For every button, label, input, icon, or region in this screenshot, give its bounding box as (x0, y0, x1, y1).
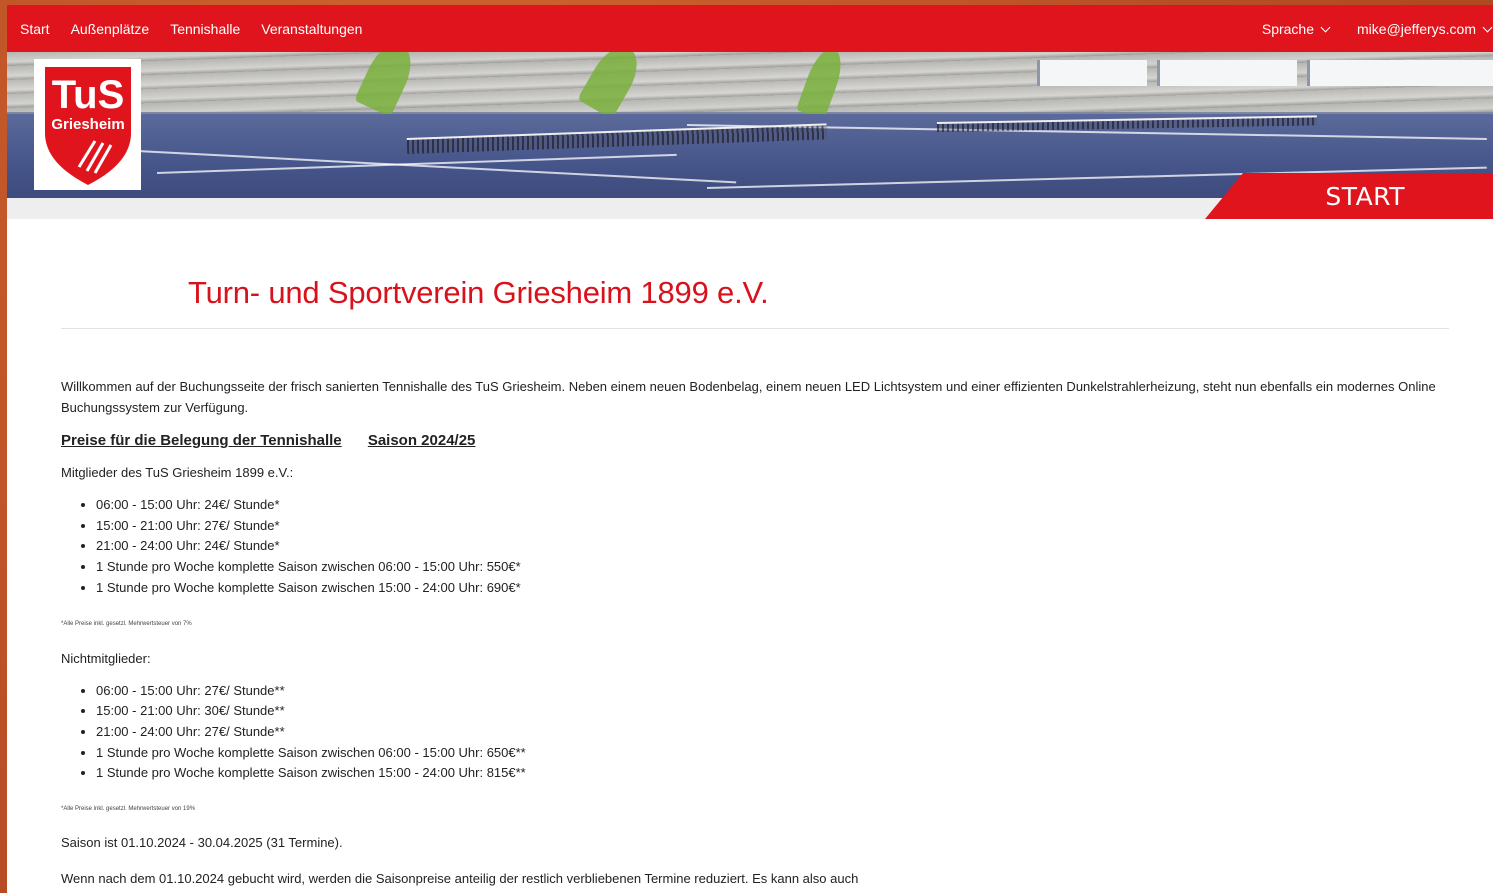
hall-window (1037, 60, 1147, 86)
list-item: 06:00 - 15:00 Uhr: 24€/ Stunde* (96, 495, 1449, 516)
page: Start Außenplätze Tennishalle Veranstalt… (7, 5, 1493, 893)
nonmembers-price-list: 06:00 - 15:00 Uhr: 27€/ Stunde** 15:00 -… (96, 681, 1449, 785)
list-item: 06:00 - 15:00 Uhr: 27€/ Stunde** (96, 681, 1449, 702)
list-item: 15:00 - 21:00 Uhr: 27€/ Stunde* (96, 516, 1449, 537)
prices-heading: Preise für die Belegung der Tennishalle … (61, 432, 1449, 449)
list-item: 1 Stunde pro Woche komplette Saison zwis… (96, 763, 1449, 784)
hall-window (1307, 60, 1493, 86)
logo-bottom-text: Griesheim (51, 116, 124, 133)
intro-text: Willkommen auf der Buchungsseite der fri… (61, 379, 1436, 415)
account-email: mike@jefferys.com (1357, 20, 1476, 37)
nav-aussenplaetze[interactable]: Außenplätze (71, 21, 150, 37)
shield-icon: TuS Griesheim (44, 66, 131, 185)
members-label: Mitglieder des TuS Griesheim 1899 e.V.: (61, 465, 294, 480)
nav-links: Start Außenplätze Tennishalle Veranstalt… (7, 21, 362, 37)
list-item: 1 Stunde pro Woche komplette Saison zwis… (96, 743, 1449, 764)
booking-note: Wenn nach dem 01.10.2024 gebucht wird, w… (61, 871, 859, 887)
page-badge: START (1205, 173, 1493, 219)
members-tax-note: *Alle Preise inkl. gesetzl. Mehrwertsteu… (61, 620, 192, 627)
badge-label: START (1325, 181, 1405, 211)
season-heading-text: Saison 2024/25 (367, 432, 476, 449)
hall-window (1157, 60, 1297, 86)
club-logo[interactable]: TuS Griesheim (34, 59, 141, 190)
page-title: Turn- und Sportverein Griesheim 1899 e.V… (188, 275, 769, 310)
logo-top-text: TuS (51, 73, 124, 117)
chevron-down-icon (1482, 22, 1493, 32)
nonmembers-tax-note: *Alle Preise inkl. gesetzl. Mehrwertsteu… (61, 806, 196, 813)
members-price-list: 06:00 - 15:00 Uhr: 24€/ Stunde* 15:00 - … (96, 495, 1449, 599)
nonmembers-label: Nichtmitglieder: (61, 650, 151, 666)
list-item: 1 Stunde pro Woche komplette Saison zwis… (96, 557, 1449, 578)
nav-right: Sprache mike@jefferys.com (1262, 21, 1493, 37)
main-content: Turn- und Sportverein Griesheim 1899 e.V… (61, 219, 1449, 886)
list-item: 21:00 - 24:00 Uhr: 24€/ Stunde* (96, 536, 1449, 557)
prices-heading-text: Preise für die Belegung der Tennishalle (61, 432, 342, 449)
nav-veranstaltungen[interactable]: Veranstaltungen (261, 21, 362, 37)
nav-start[interactable]: Start (20, 21, 50, 37)
list-item: 1 Stunde pro Woche komplette Saison zwis… (96, 578, 1449, 599)
season-text: Saison ist 01.10.2024 - 30.04.2025 (31 T… (61, 835, 343, 851)
language-dropdown[interactable]: Sprache (1261, 20, 1331, 37)
list-item: 21:00 - 24:00 Uhr: 27€/ Stunde** (96, 722, 1449, 743)
language-label: Sprache (1261, 20, 1315, 37)
list-item: 15:00 - 21:00 Uhr: 30€/ Stunde** (96, 701, 1449, 722)
title-divider (61, 328, 1449, 329)
account-dropdown[interactable]: mike@jefferys.com (1357, 20, 1493, 37)
top-navigation: Start Außenplätze Tennishalle Veranstalt… (7, 5, 1493, 52)
nav-tennishalle[interactable]: Tennishalle (170, 21, 240, 37)
chevron-down-icon (1320, 22, 1331, 32)
